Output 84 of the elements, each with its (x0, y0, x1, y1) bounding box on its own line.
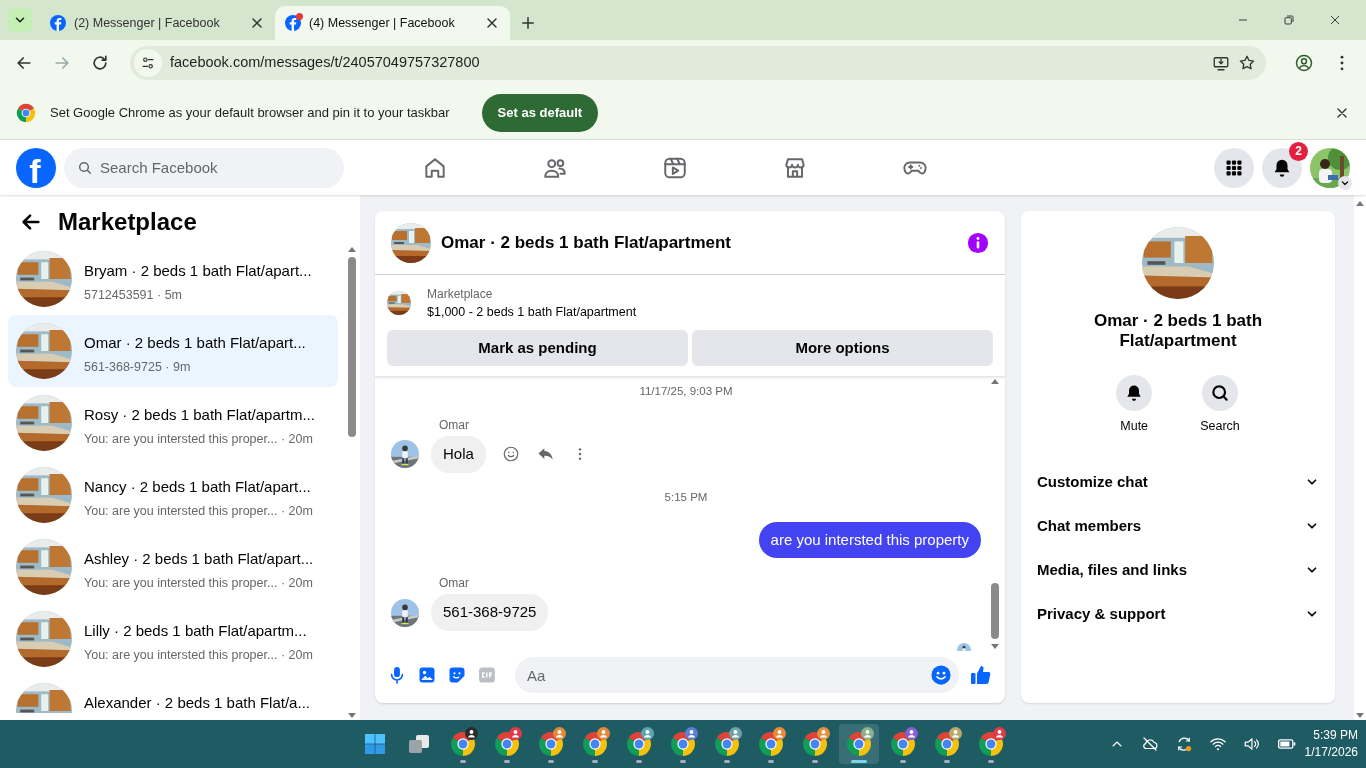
like-icon[interactable] (969, 663, 993, 687)
star-icon[interactable] (1238, 54, 1256, 72)
facebook-logo[interactable]: f (16, 147, 56, 188)
taskbar-app[interactable] (839, 724, 879, 764)
section-item[interactable]: Chat members (1037, 503, 1319, 548)
section-item[interactable]: Privacy & support (1037, 591, 1319, 636)
sender-name: Omar (439, 418, 469, 432)
restore-icon[interactable] (1281, 12, 1297, 28)
windows-icon[interactable] (363, 732, 387, 756)
section-item[interactable]: Media, files and links (1037, 547, 1319, 592)
more-options-button[interactable]: More options (692, 329, 993, 366)
task-view-icon[interactable] (407, 732, 431, 756)
emoji-icon[interactable] (501, 445, 520, 464)
tab-search-button[interactable] (8, 8, 32, 32)
profile-badge-icon (509, 727, 522, 740)
clock-time[interactable]: 5:39 PM (1304, 727, 1358, 744)
conversation-item[interactable]: Rosy · 2 beds 1 bath Flat/apartm... You: are you intersted this proper... · 20m (8, 387, 338, 459)
info-icon[interactable] (967, 231, 989, 254)
timestamp: 5:15 PM (664, 490, 708, 503)
emoji-icon[interactable] (930, 664, 952, 686)
profile-badge-icon (817, 727, 830, 740)
notifications-button[interactable] (1262, 147, 1302, 188)
listing-source: Marketplace (427, 286, 494, 303)
profile-badge-icon (597, 727, 610, 740)
conversation-item[interactable]: Lilly · 2 beds 1 bath Flat/apartm... You: are you intersted this proper... · 20m (8, 603, 338, 675)
profile-badge-icon (641, 727, 654, 740)
close-icon[interactable] (484, 15, 500, 31)
notification-dot (296, 13, 303, 20)
close-icon[interactable] (249, 15, 265, 31)
section-item[interactable]: Customize chat (1037, 459, 1319, 504)
message-bubble: are you intersted this property (758, 521, 981, 559)
wifi-icon[interactable] (1208, 735, 1227, 753)
search-icon (77, 159, 93, 176)
conversation-item[interactable]: Ashley · 2 beds 1 bath Flat/apart... You: are you intersted this proper... · 20m (8, 531, 338, 603)
profile-badge-icon (729, 727, 742, 740)
site-settings-icon[interactable] (140, 55, 156, 71)
profile-icon[interactable] (1294, 53, 1314, 73)
chrome-icon (16, 102, 36, 123)
timestamp: 11/17/25, 9:03 PM (639, 384, 733, 397)
facebook-icon (50, 15, 66, 31)
sender-name: Omar (439, 576, 469, 591)
scroll-up-icon[interactable] (347, 245, 357, 253)
conversation-item[interactable]: Bryam · 2 beds 1 bath Flat/apart... 5712453591 · 5m (8, 243, 338, 315)
message-field[interactable]: Aa (515, 657, 959, 693)
contact-name: Omar · 2 beds 1 bath Flat/apartment (1092, 311, 1264, 351)
browser-tab[interactable]: (2) Messenger | Facebook (40, 6, 275, 40)
profile-badge-icon (905, 727, 918, 740)
conversation-item[interactable]: Omar · 2 beds 1 bath Flat/apart... 561-368-9725 · 9m (8, 315, 338, 387)
install-icon[interactable] (1212, 54, 1230, 72)
volume-icon[interactable] (1242, 735, 1261, 753)
notification-count: 2 (1289, 141, 1308, 161)
sticker-icon[interactable] (447, 665, 467, 685)
menu-button[interactable] (1214, 147, 1254, 188)
facebook-icon (285, 15, 301, 31)
browser-tab[interactable]: (4) Messenger | Facebook (275, 6, 510, 40)
clock-date[interactable]: 1/17/2026 (1304, 744, 1358, 761)
search-field[interactable]: Search Facebook (64, 147, 344, 188)
scroll-up-icon[interactable] (1355, 199, 1365, 207)
set-default-button[interactable]: Set as default (481, 93, 599, 132)
scroll-down-icon[interactable] (990, 643, 1000, 651)
chat-title: Omar · 2 beds 1 bath Flat/apartment (441, 231, 732, 254)
infobar-message: Set Google Chrome as your default browser and pin it to your taskbar (50, 103, 450, 122)
profile-badge-icon (861, 727, 874, 740)
cloud-off-icon[interactable] (1140, 735, 1159, 753)
caret-icon[interactable] (1338, 175, 1352, 190)
mark-pending-button[interactable]: Mark as pending (387, 329, 688, 366)
image-icon[interactable] (417, 665, 437, 685)
address-bar[interactable]: facebook.com/messages/t/24057049757327800 (130, 46, 1266, 80)
profile-badge-icon (465, 727, 478, 740)
reload-icon[interactable] (90, 53, 110, 73)
page-title: Marketplace (58, 206, 197, 237)
scrollbar-thumb[interactable] (991, 583, 999, 639)
profile-badge-icon (685, 727, 698, 740)
profile-badge-icon (949, 727, 962, 740)
conversation-item[interactable]: Nancy · 2 beds 1 bath Flat/apart... You: are you intersted this proper... · 20m (8, 459, 338, 531)
search-icon[interactable] (1210, 383, 1230, 403)
new-tab-icon[interactable] (519, 14, 537, 32)
scrollbar-thumb[interactable] (348, 257, 356, 437)
profile-badge-icon (553, 727, 566, 740)
profile-badge-icon (993, 727, 1006, 740)
message-bubble: 561-368-9725 (431, 594, 549, 631)
profile-badge-icon (773, 727, 786, 740)
message-bubble: Hola (431, 436, 486, 473)
listing-title: $1,000 - 2 beds 1 bath Flat/apartment (427, 304, 637, 321)
